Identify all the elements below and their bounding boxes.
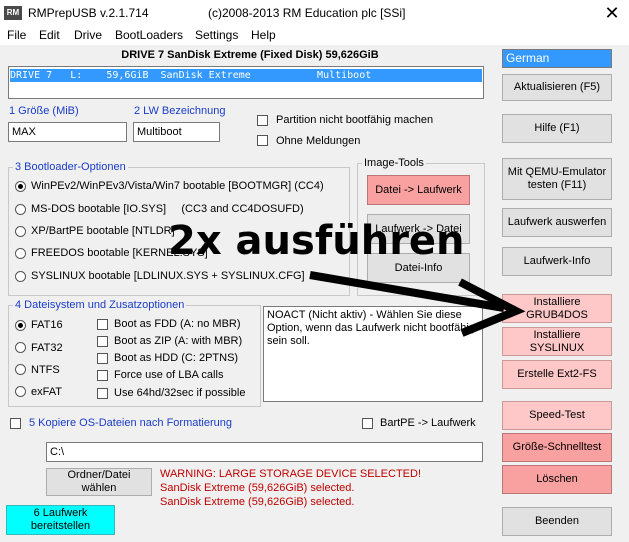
file-to-drive-button[interactable]: Datei -> Laufwerk [367, 175, 470, 205]
exit-button[interactable]: Beenden [502, 507, 612, 536]
boot-zip-checkbox[interactable] [97, 336, 108, 347]
menu-drive[interactable]: Drive [74, 28, 102, 42]
force-lba-checkbox[interactable] [97, 370, 108, 381]
speed-test-button[interactable]: Speed-Test [502, 401, 612, 430]
bootloader-legend: 3 Bootloader-Optionen [15, 161, 126, 173]
radio-fat32[interactable] [15, 342, 26, 353]
drive-list-item[interactable]: DRIVE 7 L: 59,6GiB SanDisk Extreme Multi… [10, 69, 482, 82]
option-syslinux: SYSLINUX bootable [LDLINUX.SYS + SYSLINU… [31, 270, 305, 282]
boot-hdd-checkbox[interactable] [97, 353, 108, 364]
use-64hd-label: Use 64hd/32sec if possible [114, 387, 246, 399]
no-prompts-label: Ohne Meldungen [276, 135, 361, 147]
close-icon[interactable]: ✕ [598, 2, 626, 24]
install-grub4dos-button[interactable]: Installiere GRUB4DOS [502, 294, 612, 323]
size-input[interactable] [8, 122, 127, 142]
boot-hdd-label: Boot as HDD (C: 2PTNS) [114, 352, 239, 364]
radio-syslinux[interactable] [15, 271, 26, 282]
no-boot-label: Partition nicht bootfähig machen [276, 114, 434, 126]
warning-line: WARNING: LARGE STORAGE DEVICE SELECTED! [160, 468, 421, 480]
drive-list[interactable]: DRIVE 7 L: 59,6GiB SanDisk Extreme Multi… [8, 66, 484, 99]
image-tools-legend: Image-Tools [364, 157, 424, 169]
option-exfat: exFAT [31, 386, 62, 398]
option-xp: XP/BartPE bootable [NTLDR] [31, 225, 175, 237]
language-select[interactable]: German [502, 49, 612, 68]
radio-freedos[interactable] [15, 248, 26, 259]
option-fat32: FAT32 [31, 342, 63, 354]
option-fat16: FAT16 [31, 319, 63, 331]
app-icon: RM [4, 6, 22, 20]
install-syslinux-button[interactable]: Installiere SYSLINUX [502, 327, 612, 356]
menu-edit[interactable]: Edit [39, 28, 60, 42]
menu-bootloaders[interactable]: BootLoaders [115, 28, 183, 42]
no-boot-checkbox[interactable] [257, 115, 268, 126]
radio-xp[interactable] [15, 226, 26, 237]
option-ntfs: NTFS [31, 364, 60, 376]
use-64hd-checkbox[interactable] [97, 388, 108, 399]
boot-fdd-label: Boot as FDD (A: no MBR) [114, 318, 241, 330]
boot-fdd-checkbox[interactable] [97, 319, 108, 330]
option-msdos: MS-DOS bootable [IO.SYS] (CC3 and CC4DOS… [31, 203, 304, 215]
menu-settings[interactable]: Settings [195, 28, 238, 42]
force-lba-label: Force use of LBA calls [114, 369, 224, 381]
prepare-drive-button[interactable]: 6 Laufwerk bereitstellen [6, 505, 115, 535]
option-winpe: WinPEv2/WinPEv3/Vista/Win7 bootable [BOO… [31, 180, 324, 192]
warning-messages: WARNING: LARGE STORAGE DEVICE SELECTED! … [160, 467, 421, 509]
annotation-text: 2x ausführen [168, 218, 465, 264]
bartpe-checkbox[interactable] [362, 418, 373, 429]
menu-help[interactable]: Help [251, 28, 276, 42]
refresh-button[interactable]: Aktualisieren (F5) [502, 74, 612, 101]
copy-os-label: 5 Kopiere OS-Dateien nach Formatierung [29, 417, 232, 429]
create-ext2fs-button[interactable]: Erstelle Ext2-FS [502, 360, 612, 389]
drive-info-button[interactable]: Laufwerk-Info [502, 247, 612, 276]
filesystem-legend: 4 Dateisystem und Zusatzoptionen [15, 299, 185, 311]
warning-line: SanDisk Extreme (59,626GiB) selected. [160, 496, 355, 508]
qemu-test-button[interactable]: Mit QEMU-Emulator testen (F11) [502, 158, 612, 200]
copy-os-checkbox[interactable] [10, 418, 21, 429]
drive-header: DRIVE 7 SanDisk Extreme (Fixed Disk) 59,… [121, 49, 379, 61]
radio-fat16[interactable] [15, 320, 26, 331]
eject-drive-button[interactable]: Laufwerk auswerfen [502, 208, 612, 237]
bartpe-label: BartPE -> Laufwerk [380, 417, 476, 429]
source-path-input[interactable] [46, 442, 483, 462]
volume-label-input[interactable] [133, 122, 220, 142]
menu-bar: File Edit Drive BootLoaders Settings Hel… [0, 26, 629, 45]
warning-line: SanDisk Extreme (59,626GiB) selected. [160, 482, 355, 494]
radio-ntfs[interactable] [15, 364, 26, 375]
radio-exfat[interactable] [15, 386, 26, 397]
volume-label-label: 2 LW Bezeichnung [134, 105, 226, 117]
radio-msdos[interactable] [15, 204, 26, 215]
window-title: RMPrepUSB v.2.1.714 [28, 6, 149, 20]
help-button[interactable]: Hilfe (F1) [502, 114, 612, 143]
info-text-box: NOACT (Nicht aktiv) - Wählen Sie diese O… [263, 306, 483, 402]
choose-folder-button[interactable]: Ordner/Datei wählen [46, 468, 152, 496]
quick-size-test-button[interactable]: Größe-Schnelltest [502, 433, 612, 462]
title-bar: RM RMPrepUSB v.2.1.714 (c)2008-2013 RM E… [0, 0, 629, 26]
radio-winpe[interactable] [15, 181, 26, 192]
delete-button[interactable]: Löschen [502, 465, 612, 494]
window-copyright: (c)2008-2013 RM Education plc [SSi] [208, 6, 406, 20]
menu-file[interactable]: File [7, 28, 26, 42]
boot-zip-label: Boot as ZIP (A: with MBR) [114, 335, 243, 347]
no-prompts-checkbox[interactable] [257, 135, 268, 146]
size-label: 1 Größe (MiB) [9, 105, 79, 117]
